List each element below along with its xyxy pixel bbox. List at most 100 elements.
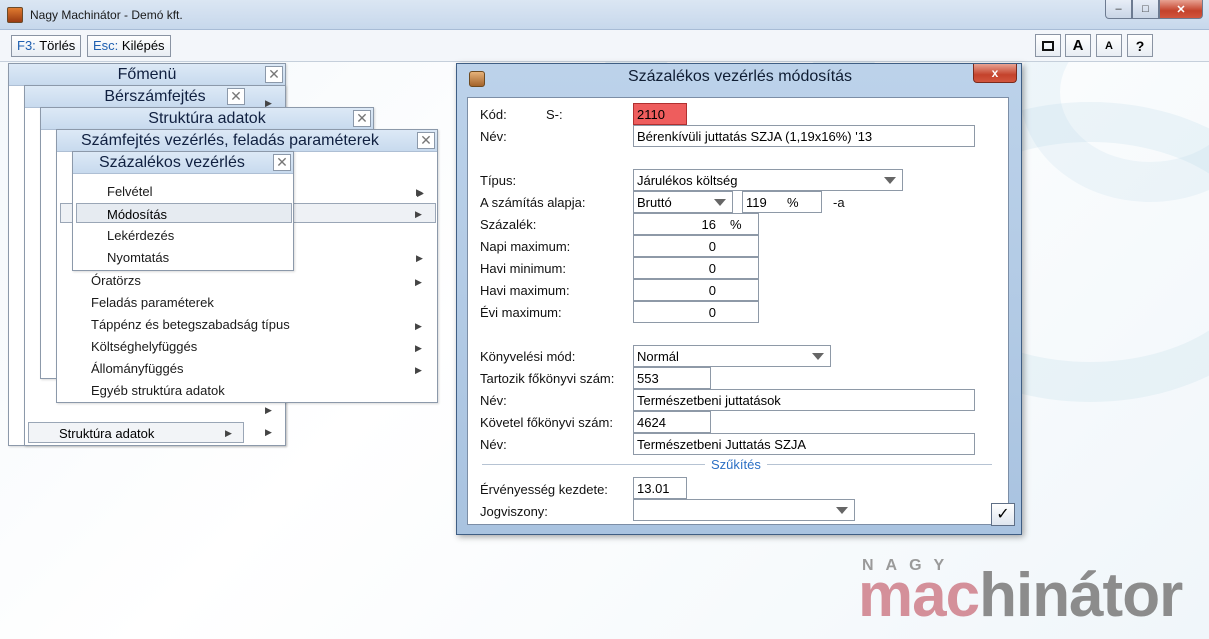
monthly-min-value: 0	[708, 261, 716, 276]
calculation-control-title: Számfejtés vezérlés, feladás paraméterek…	[57, 130, 437, 152]
base-label: A számítás alapja:	[480, 195, 586, 210]
exit-label: Kilépés	[121, 38, 165, 53]
percent-input[interactable]: 16%	[633, 213, 759, 235]
title-bar: Nagy Machinátor - Demó kft. – □ ✕	[0, 0, 1209, 30]
calculation-control-title-text: Számfejtés vezérlés, feladás paraméterek	[81, 132, 379, 149]
name-label: Név:	[480, 129, 507, 144]
base-percent-input[interactable]: 119%	[742, 191, 822, 213]
percent-label: Százalék:	[480, 217, 537, 232]
credit-name-input[interactable]: Természetbeni Juttatás SZJA	[633, 433, 975, 455]
close-structure-data-button[interactable]: ✕	[353, 110, 371, 127]
submenu-arrow-icon: ▶	[415, 343, 422, 353]
credit-account-label: Követel főkönyvi szám:	[480, 415, 613, 430]
close-dialog-button[interactable]: x	[973, 64, 1017, 83]
window-controls: – □ ✕	[1105, 0, 1203, 19]
close-payroll-button[interactable]: ✕	[227, 88, 245, 105]
menu-item-koltseghely[interactable]: Költséghelyfüggés	[91, 339, 197, 354]
percent-sign: %	[730, 217, 742, 232]
payroll-title: Bérszámfejtés ✕	[25, 86, 285, 108]
monthly-max-value: 0	[708, 283, 716, 298]
yearly-max-value: 0	[708, 305, 716, 320]
percentage-control-edit-dialog: Százalékos vezérlés módosítás x Kód: S-:…	[456, 63, 1022, 535]
daily-max-label: Napi maximum:	[480, 239, 571, 254]
payroll-title-text: Bérszámfejtés	[104, 88, 206, 105]
close-calculation-control-button[interactable]: ✕	[417, 132, 435, 149]
type-label: Típus:	[480, 173, 517, 188]
delete-button[interactable]: F3: Törlés	[11, 35, 82, 57]
yearly-max-input[interactable]: 0	[633, 301, 759, 323]
font-larger-label: A	[1072, 37, 1084, 54]
minimize-button[interactable]: –	[1105, 0, 1132, 19]
close-window-button[interactable]: ✕	[1159, 0, 1203, 19]
menu-item-label: Struktúra adatok	[59, 426, 155, 441]
debit-name-input[interactable]: Természetbeni juttatások	[633, 389, 975, 411]
monthly-max-input[interactable]: 0	[633, 279, 759, 301]
percentage-control-title-text: Százalékos vezérlés	[99, 154, 245, 171]
legal-relation-label: Jogviszony:	[480, 504, 548, 519]
debit-name-label: Név:	[480, 393, 507, 408]
menu-item-allomany[interactable]: Állományfüggés	[91, 361, 184, 376]
maximize-button[interactable]: □	[1132, 0, 1159, 19]
daily-max-input[interactable]: 0	[633, 235, 759, 257]
menu-item-lekerdezes[interactable]: Lekérdezés	[107, 228, 174, 243]
menu-item-label: Módosítás	[107, 207, 167, 222]
toolbar: F3: Törlés Esc: Kilépés A A ?	[0, 30, 1209, 62]
submenu-arrow-icon: ▶	[416, 187, 423, 197]
dialog-title: Százalékos vezérlés módosítás	[627, 68, 853, 85]
help-button[interactable]: ?	[1127, 34, 1153, 57]
monthly-min-label: Havi minimum:	[480, 261, 566, 276]
chevron-down-icon	[836, 507, 848, 514]
exit-shortcut: Esc:	[93, 38, 119, 53]
name-input[interactable]: Bérenkívüli juttatás SZJA (1,19x16%) '13	[633, 125, 975, 147]
filter-section-title: Szűkítés	[705, 457, 767, 472]
app-icon	[7, 7, 23, 23]
monthly-min-input[interactable]: 0	[633, 257, 759, 279]
type-select[interactable]: Járulékos költség	[633, 169, 903, 191]
menu-item-tappenz[interactable]: Táppénz és betegszabadság típus	[91, 317, 290, 332]
percentage-control-title: Százalékos vezérlés ✕	[73, 152, 293, 174]
menu-item-nyomtatas[interactable]: Nyomtatás	[107, 250, 169, 265]
credit-account-input[interactable]: 4624	[633, 411, 711, 433]
code-prefix: S-:	[546, 107, 563, 122]
menu-item-oratorzs[interactable]: Óratörzs	[91, 273, 141, 288]
exit-button[interactable]: Esc: Kilépés	[87, 35, 171, 57]
debit-account-input[interactable]: 553	[633, 367, 711, 389]
menu-item-struktura[interactable]: Struktúra adatok ▶	[28, 422, 244, 443]
chevron-down-icon	[812, 353, 824, 360]
menu-item-felvetel[interactable]: Felvétel	[107, 184, 153, 199]
daily-max-value: 0	[708, 239, 716, 254]
booking-mode-select[interactable]: Normál	[633, 345, 831, 367]
structure-data-title: Struktúra adatok ✕	[41, 108, 373, 130]
font-smaller-label: A	[1105, 39, 1113, 52]
confirm-button[interactable]: ✓	[991, 503, 1015, 526]
menu-item-egyeb[interactable]: Egyéb struktúra adatok	[91, 383, 225, 398]
yearly-max-label: Évi maximum:	[480, 305, 562, 320]
base-select[interactable]: Bruttó	[633, 191, 733, 213]
monthly-max-label: Havi maximum:	[480, 283, 570, 298]
font-larger-button[interactable]: A	[1065, 34, 1091, 57]
chevron-down-icon	[714, 199, 726, 206]
code-input[interactable]: 2110	[633, 103, 687, 125]
submenu-arrow-icon: ▶	[415, 365, 422, 375]
type-select-value: Járulékos költség	[637, 173, 738, 188]
valid-from-input[interactable]: 13.01	[633, 477, 687, 499]
logo-text-accent: mac	[858, 561, 980, 630]
valid-from-label: Érvényesség kezdete:	[480, 482, 608, 497]
close-main-menu-button[interactable]: ✕	[265, 66, 283, 83]
font-smaller-button[interactable]: A	[1096, 34, 1122, 57]
dialog-body: Kód: S-: 2110 Név: Bérenkívüli juttatás …	[467, 97, 1009, 525]
structure-data-title-text: Struktúra adatok	[148, 110, 266, 127]
submenu-arrow-icon: ▶	[415, 277, 422, 287]
legal-relation-select[interactable]	[633, 499, 855, 521]
delete-label: Törlés	[39, 38, 76, 53]
window-title: Nagy Machinátor - Demó kft.	[30, 8, 183, 22]
window-mode-button[interactable]	[1035, 34, 1061, 57]
menu-item-modositas[interactable]: Módosítás	[76, 203, 292, 223]
submenu-arrow-icon: ▶	[225, 428, 232, 438]
base-suffix: -a	[833, 195, 845, 210]
menu-item-feladas-parameterek[interactable]: Feladás paraméterek	[91, 295, 214, 310]
close-percentage-control-button[interactable]: ✕	[273, 154, 291, 171]
submenu-arrow-icon: ▶	[265, 405, 272, 415]
booking-mode-value: Normál	[637, 349, 679, 364]
booking-mode-label: Könyvelési mód:	[480, 349, 576, 364]
